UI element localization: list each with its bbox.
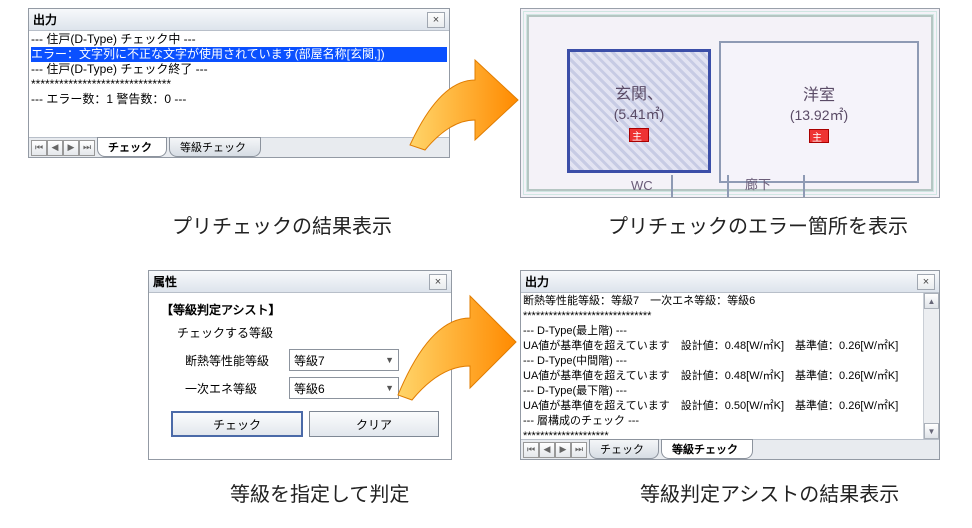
- room-genkan[interactable]: 玄関、 (5.41㎡): [567, 49, 711, 173]
- room-wc-label: WC: [631, 178, 653, 193]
- caption-precheck-error: プリチェックのエラー箇所を表示: [608, 210, 908, 239]
- check-button[interactable]: チェック: [171, 411, 303, 437]
- main-room-badge-icon: [629, 128, 649, 142]
- caption-precheck-result: プリチェックの結果表示: [172, 210, 392, 239]
- wall-segment: [803, 175, 805, 197]
- panel-title: 属性: [153, 273, 429, 290]
- tabstrip: ⏮ ◀ ▶ ⏭ チェック 等級チェック: [29, 137, 449, 157]
- output-line[interactable]: --- D-Type(中間階) ---: [523, 354, 921, 369]
- insulation-grade-label: 断熱等性能等級: [185, 352, 281, 369]
- first-icon[interactable]: ⏮: [523, 442, 539, 458]
- clear-button[interactable]: クリア: [309, 411, 439, 437]
- output-line[interactable]: --- 住戸(D-Type) チェック終了 ---: [31, 62, 447, 77]
- tab-check[interactable]: チェック: [589, 439, 659, 459]
- output-line[interactable]: --- D-Type(最上階) ---: [523, 324, 921, 339]
- room-area: (5.41㎡): [614, 104, 665, 124]
- room-area: (13.92㎡): [790, 105, 848, 125]
- output-panel-grade: 出力 × 断熱等性能等級：等級7 一次エネ等級：等級6 ************…: [520, 270, 940, 460]
- insulation-grade-select[interactable]: 等級7 ▼: [289, 349, 399, 371]
- main-room-badge-icon: [809, 129, 829, 143]
- room-label: 玄関、: [615, 80, 663, 104]
- titlebar: 出力 ×: [521, 271, 939, 293]
- arrow-icon: [388, 290, 518, 410]
- output-panel-precheck: 出力 × --- 住戸(D-Type) チェック中 --- エラー：文字列に不正…: [28, 8, 450, 158]
- close-icon[interactable]: ×: [427, 12, 445, 28]
- scroll-up-icon[interactable]: ▲: [924, 293, 939, 309]
- last-icon[interactable]: ⏭: [571, 442, 587, 458]
- close-icon[interactable]: ×: [917, 274, 935, 290]
- output-line[interactable]: UA値が基準値を超えています 設計値：0.50[W/㎡K] 基準値：0.26[W…: [523, 399, 921, 414]
- output-line[interactable]: UA値が基準値を超えています 設計値：0.48[W/㎡K] 基準値：0.26[W…: [523, 369, 921, 384]
- next-icon[interactable]: ▶: [63, 140, 79, 156]
- wall-segment: [727, 175, 729, 197]
- energy-grade-label: 一次エネ等級: [185, 380, 281, 397]
- last-icon[interactable]: ⏭: [79, 140, 95, 156]
- room-corridor-label: 廊下: [745, 174, 771, 193]
- tab-check[interactable]: チェック: [97, 137, 167, 157]
- first-icon[interactable]: ⏮: [31, 140, 47, 156]
- output-list: 断熱等性能等級：等級7 一次エネ等級：等級6 *****************…: [521, 293, 939, 439]
- panel-title: 出力: [525, 273, 917, 290]
- output-line[interactable]: --- D-Type(最下階) ---: [523, 384, 921, 399]
- output-line[interactable]: ******************************: [31, 77, 447, 92]
- output-line[interactable]: --- 住戸(D-Type) チェック中 ---: [31, 32, 447, 47]
- output-line[interactable]: --- 層構成のチェック ---: [523, 414, 921, 429]
- next-icon[interactable]: ▶: [555, 442, 571, 458]
- arrow-icon: [400, 50, 520, 160]
- output-line[interactable]: --- エラー数：1 警告数：0 ---: [31, 92, 447, 107]
- output-line[interactable]: 断熱等性能等級：等級7 一次エネ等級：等級6: [523, 294, 921, 309]
- energy-grade-select[interactable]: 等級6 ▼: [289, 377, 399, 399]
- caption-specify-grade: 等級を指定して判定: [230, 478, 409, 507]
- select-value: 等級6: [294, 380, 325, 397]
- panel-title: 出力: [33, 11, 427, 28]
- tabstrip: ⏮ ◀ ▶ ⏭ チェック 等級チェック: [521, 439, 939, 459]
- close-icon[interactable]: ×: [429, 274, 447, 290]
- titlebar: 出力 ×: [29, 9, 449, 31]
- output-list: --- 住戸(D-Type) チェック中 --- エラー：文字列に不正な文字が使…: [29, 31, 449, 137]
- prev-icon[interactable]: ◀: [47, 140, 63, 156]
- vertical-scrollbar[interactable]: ▲ ▼: [923, 293, 939, 439]
- room-youshitsu[interactable]: 洋室 (13.92㎡): [719, 41, 919, 183]
- scroll-down-icon[interactable]: ▼: [924, 423, 939, 439]
- wall-segment: [671, 175, 673, 197]
- output-line-selected[interactable]: エラー：文字列に不正な文字が使用されています(部屋名称[玄関,]): [31, 47, 447, 62]
- tab-grade-check[interactable]: 等級チェック: [169, 137, 261, 157]
- caption-grade-result: 等級判定アシストの結果表示: [640, 478, 899, 507]
- select-value: 等級7: [294, 352, 325, 369]
- prev-icon[interactable]: ◀: [539, 442, 555, 458]
- room-label: 洋室: [803, 81, 835, 105]
- output-line[interactable]: ********************: [523, 429, 921, 439]
- output-line[interactable]: UA値が基準値を超えています 設計値：0.48[W/㎡K] 基準値：0.26[W…: [523, 339, 921, 354]
- output-line[interactable]: ******************************: [523, 309, 921, 324]
- floor-plan: 玄関、 (5.41㎡) 洋室 (13.92㎡) WC 廊下: [520, 8, 940, 198]
- tab-grade-check[interactable]: 等級チェック: [661, 439, 753, 459]
